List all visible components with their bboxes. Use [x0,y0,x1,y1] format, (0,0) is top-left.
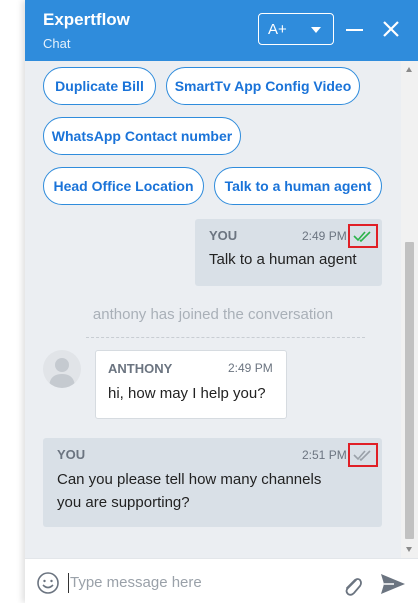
delivery-receipt-highlight [348,443,378,467]
message-bubble-you: YOU 2:49 PM Talk to a human agent [195,219,382,286]
user-icon [49,358,75,388]
agent-avatar [43,350,81,388]
message-sender: ANTHONY [108,361,173,376]
message-time: 2:49 PM [228,361,273,375]
send-icon [381,574,405,594]
divider [86,337,365,338]
message-text: Talk to a human agent [209,251,357,268]
message-sender: YOU [57,447,86,462]
font-size-label: A+ [268,21,287,38]
message-bubble-agent: ANTHONY 2:49 PM hi, how may I help you? [95,350,287,419]
message-time: 2:51 PM [302,448,347,462]
scroll-up-arrow-icon[interactable] [406,67,412,72]
close-icon [383,21,399,37]
emoji-button[interactable] [36,571,60,600]
message-text: hi, how may I help you? [108,385,266,402]
paperclip-icon [345,578,362,596]
message-bubble-you: YOU 2:51 PM Can you please tell how many… [43,438,382,527]
minimize-button[interactable] [346,29,363,31]
chat-title: Expertflow [43,10,130,29]
message-list[interactable]: Duplicate Bill SmartTv App Config Video … [25,61,418,558]
smiley-icon [37,572,59,594]
quick-reply-head-office[interactable]: Head Office Location [43,167,204,205]
chat-widget: Expertflow Chat A+ Duplicate Bill SmartT… [25,0,418,603]
quick-reply-human-agent[interactable]: Talk to a human agent [214,167,382,205]
scroll-down-arrow-icon[interactable] [406,547,412,552]
scrollbar-thumb[interactable] [405,242,414,539]
system-message: anthony has joined the conversation [92,306,334,323]
chat-subtitle: Chat [43,36,71,51]
message-composer [25,558,418,603]
chat-header: Expertflow Chat A+ [25,0,418,61]
message-input[interactable] [70,569,330,595]
close-button[interactable] [382,20,400,38]
quick-reply-duplicate-bill[interactable]: Duplicate Bill [43,67,156,105]
quick-reply-smarttv-config[interactable]: SmartTv App Config Video [166,67,360,105]
quick-reply-whatsapp-contact[interactable]: WhatsApp Contact number [43,117,241,155]
message-text-line-1: Can you please tell how many channels [57,471,322,488]
message-time: 2:49 PM [302,229,347,243]
double-check-icon [353,450,371,462]
message-sender: YOU [209,228,238,243]
double-check-icon [353,231,371,243]
attach-button[interactable] [341,573,363,602]
message-text-line-2: you are supporting? [57,494,190,511]
read-receipt-highlight [348,224,378,248]
scrollbar[interactable] [401,61,418,558]
send-button[interactable] [380,573,406,600]
text-cursor [68,573,69,593]
chevron-down-icon [311,27,321,33]
font-size-select[interactable]: A+ [258,13,334,45]
